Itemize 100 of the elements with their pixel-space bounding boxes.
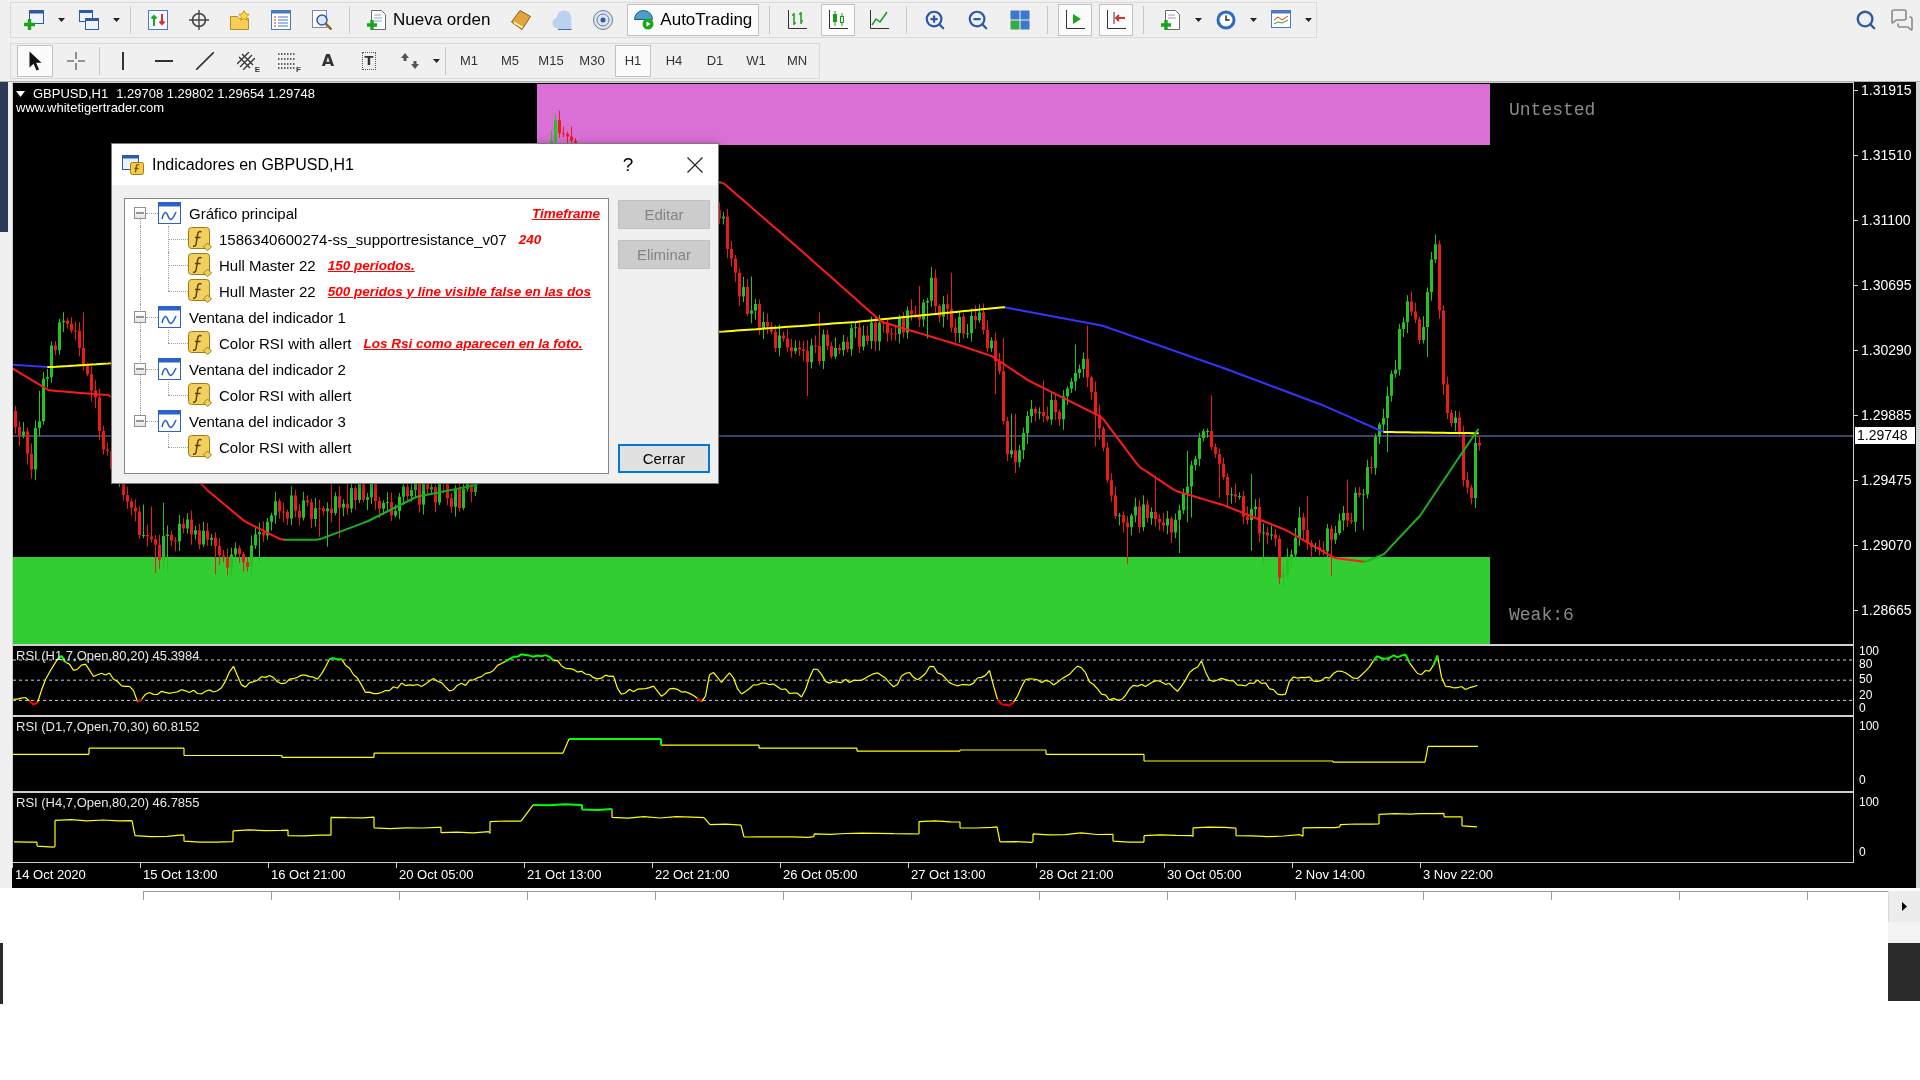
tree-item[interactable]: Ventana del indicador 3 bbox=[189, 412, 346, 430]
time-label: 2 Nov 14:00 bbox=[1295, 867, 1366, 883]
bar-chart-icon bbox=[787, 10, 808, 30]
new-order-button[interactable]: Nueva orden bbox=[360, 4, 498, 36]
auto-scroll-button[interactable] bbox=[1058, 4, 1093, 36]
indicator-label: RSI (D1,7,Open,70,30) 60.8152 bbox=[16, 720, 200, 734]
current-price-label: 1.29748 bbox=[1855, 427, 1915, 444]
symbol-label: GBPUSD,H1 bbox=[33, 87, 109, 101]
close-icon bbox=[687, 156, 703, 173]
time-label: 21 Oct 13:00 bbox=[527, 867, 602, 883]
function-icon bbox=[188, 435, 212, 459]
timeframe-button[interactable]: D1 bbox=[697, 44, 733, 77]
timeframe-button[interactable]: H4 bbox=[656, 44, 692, 77]
axis-label: 0 bbox=[1859, 774, 1866, 787]
timeframe-button[interactable]: M1 bbox=[451, 44, 487, 77]
label-tool-button[interactable]: T bbox=[351, 44, 387, 77]
caret-icon[interactable] bbox=[1305, 18, 1313, 22]
help-button[interactable]: ? bbox=[613, 149, 643, 180]
timeframe-button[interactable]: M5 bbox=[492, 44, 528, 77]
tile-windows-icon bbox=[1010, 10, 1031, 30]
folder-star-icon bbox=[230, 10, 250, 30]
collapse-toggle[interactable] bbox=[134, 207, 146, 219]
trendline-icon bbox=[196, 51, 214, 70]
axis-label: 100 bbox=[1859, 720, 1880, 733]
caret-icon[interactable] bbox=[1250, 18, 1258, 22]
zone-label: Weak:6 bbox=[1509, 605, 1574, 625]
timeframe-button[interactable]: M30 bbox=[574, 44, 610, 77]
function-icon bbox=[188, 227, 212, 251]
timeframe-button[interactable]: H1 bbox=[615, 44, 651, 77]
price-label: 1.29885 bbox=[1861, 407, 1912, 423]
chart-window-icon bbox=[158, 410, 181, 432]
tree-item[interactable]: Hull Master 22 bbox=[219, 256, 316, 274]
channel-tool-button[interactable]: E bbox=[228, 44, 264, 77]
annotation-text: Timeframe bbox=[531, 205, 600, 221]
dialog-button[interactable]: Cerrar bbox=[618, 444, 710, 473]
tree-item[interactable]: Gráfico principal bbox=[189, 204, 298, 222]
timeframe-button[interactable]: MN bbox=[779, 44, 815, 77]
fibonacci-tool-button[interactable]: F bbox=[269, 44, 305, 77]
collapse-toggle[interactable] bbox=[134, 415, 146, 427]
annotation-text: Los Rsi como aparecen en la foto. bbox=[363, 335, 583, 351]
time-label: 3 Nov 22:00 bbox=[1423, 867, 1494, 883]
list-window-icon bbox=[271, 10, 291, 30]
caret-icon[interactable] bbox=[113, 18, 120, 22]
chat-icon bbox=[1890, 8, 1914, 32]
line-chart-icon bbox=[869, 10, 890, 30]
tree-item[interactable]: Ventana del indicador 2 bbox=[189, 360, 346, 378]
axis-label: 100 bbox=[1859, 645, 1880, 658]
price-label: 1.28665 bbox=[1861, 602, 1912, 618]
tree-item[interactable]: Hull Master 22 bbox=[219, 282, 316, 300]
cursor-tool-button[interactable] bbox=[17, 44, 53, 77]
time-label: 28 Oct 21:00 bbox=[1039, 867, 1114, 883]
autotrading-button[interactable]: AutoTrading bbox=[627, 4, 760, 36]
function-icon bbox=[188, 279, 212, 303]
arrows-icon bbox=[401, 52, 419, 69]
axis-play-icon bbox=[1065, 10, 1086, 30]
annotation-text: 500 peridos y line visible false en las dos bbox=[327, 283, 592, 299]
collapse-toggle[interactable] bbox=[134, 311, 146, 323]
chart-shift-button[interactable] bbox=[1099, 4, 1134, 36]
text-tool-button[interactable]: A bbox=[310, 44, 346, 77]
function-icon bbox=[188, 331, 212, 355]
axis-arrow-icon bbox=[1106, 10, 1127, 30]
price-label: 1.31100 bbox=[1861, 212, 1911, 228]
ohlc-values: 1.29708 1.29802 1.29654 1.29748 bbox=[116, 87, 315, 101]
timeframe-button[interactable]: W1 bbox=[738, 44, 774, 77]
time-label: 15 Oct 13:00 bbox=[143, 867, 218, 883]
tree-item[interactable]: Color RSI with allert bbox=[219, 438, 352, 456]
scroll-right-button[interactable] bbox=[1888, 891, 1920, 922]
dark-edge bbox=[0, 943, 3, 1004]
tree-item[interactable]: Ventana del indicador 1 bbox=[189, 308, 346, 326]
document-magnifier-icon bbox=[312, 10, 332, 30]
clock-icon bbox=[1216, 10, 1237, 30]
tree-item[interactable]: Color RSI with allert bbox=[219, 334, 352, 352]
axis-label: 100 bbox=[1859, 796, 1880, 809]
axis-label: 80 bbox=[1859, 658, 1873, 671]
tree-item[interactable]: Color RSI with allert bbox=[219, 386, 352, 404]
minus-icon bbox=[136, 417, 144, 425]
time-label: 20 Oct 05:00 bbox=[399, 867, 474, 883]
chart-window-icon bbox=[158, 306, 181, 328]
caret-icon[interactable] bbox=[58, 18, 65, 22]
caret-icon[interactable] bbox=[433, 58, 440, 63]
function-icon bbox=[188, 253, 212, 277]
price-label: 1.29475 bbox=[1861, 472, 1912, 488]
candles-chart-button[interactable] bbox=[821, 4, 856, 36]
price-label: 1.29070 bbox=[1861, 537, 1912, 553]
indicator-label: RSI (H4,7,Open,80,20) 46.7855 bbox=[16, 796, 200, 810]
collapse-toggle[interactable] bbox=[134, 363, 146, 375]
price-label: 1.31510 bbox=[1861, 147, 1912, 163]
tree-item[interactable]: 1586340600274-ss_supportresistance_v07 bbox=[219, 230, 507, 248]
axis-label: 0 bbox=[1859, 702, 1866, 715]
chart-window-icon bbox=[1271, 10, 1292, 30]
channel-icon bbox=[237, 51, 255, 70]
dialog-title: Indicadores en GBPUSD,H1 bbox=[152, 155, 355, 174]
time-label: 26 Oct 05:00 bbox=[783, 867, 858, 883]
zoom-in-icon bbox=[924, 9, 947, 31]
caret-icon[interactable] bbox=[1195, 18, 1203, 22]
timeframe-button[interactable]: M15 bbox=[533, 44, 569, 77]
radar-icon bbox=[593, 10, 614, 30]
price-label: 1.30695 bbox=[1861, 277, 1912, 293]
document-plus-icon bbox=[367, 10, 387, 30]
annotation-text: 240 bbox=[518, 231, 542, 247]
